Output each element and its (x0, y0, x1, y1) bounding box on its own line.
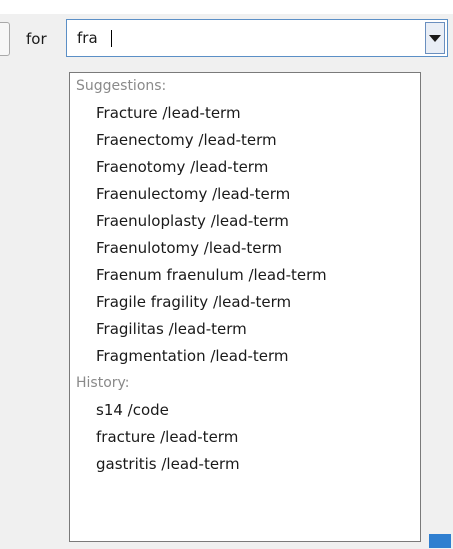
suggestion-item[interactable]: Fragmentation /lead-term (70, 343, 420, 370)
search-input[interactable] (67, 20, 423, 56)
suggestion-item[interactable]: Fraenuloplasty /lead-term (70, 208, 420, 235)
history-item[interactable]: fracture /lead-term (70, 424, 420, 451)
suggestion-item[interactable]: Fraenulotomy /lead-term (70, 235, 420, 262)
history-item[interactable]: s14 /code (70, 397, 420, 424)
suggestion-item[interactable]: Fraenulectomy /lead-term (70, 181, 420, 208)
chevron-down-icon (429, 35, 441, 42)
for-label: for (26, 30, 47, 48)
background-accent (429, 534, 451, 548)
suggestion-item[interactable]: Fraenotomy /lead-term (70, 154, 420, 181)
search-combobox[interactable] (66, 19, 448, 57)
text-cursor (111, 30, 112, 47)
suggestions-header: Suggestions: (76, 78, 167, 94)
toolbar-strip (0, 0, 453, 14)
previous-field-edge[interactable] (0, 22, 10, 56)
dropdown-button[interactable] (425, 22, 445, 54)
suggestion-item[interactable]: Fraenectomy /lead-term (70, 127, 420, 154)
suggestion-item[interactable]: Fraenum fraenulum /lead-term (70, 262, 420, 289)
autocomplete-popup: Suggestions: Fracture /lead-term Fraenec… (69, 72, 421, 542)
suggestion-item[interactable]: Fragilitas /lead-term (70, 316, 420, 343)
suggestion-item[interactable]: Fragile fragility /lead-term (70, 289, 420, 316)
history-header: History: (76, 375, 130, 391)
suggestion-item[interactable]: Fracture /lead-term (70, 100, 420, 127)
history-item[interactable]: gastritis /lead-term (70, 451, 420, 478)
